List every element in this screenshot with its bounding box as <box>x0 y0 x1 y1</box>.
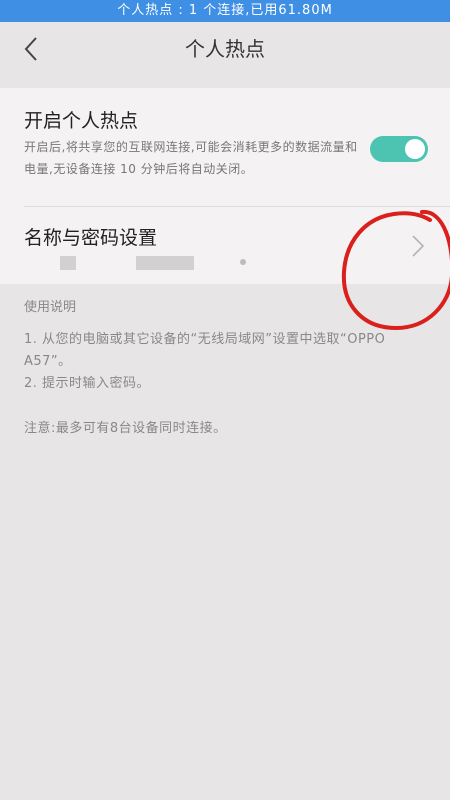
hotspot-title: 开启个人热点 <box>24 110 139 132</box>
redacted-value <box>240 259 246 265</box>
help-section: 使用说明 1. 从您的电脑或其它设备的“无线局域网”设置中选取“OPPO A57… <box>24 296 434 436</box>
back-button[interactable] <box>16 34 46 64</box>
name-password-label: 名称与密码设置 <box>24 227 158 249</box>
help-line: 2. 提示时输入密码。 <box>24 376 151 391</box>
name-password-row[interactable]: 名称与密码设置 <box>0 207 450 284</box>
redacted-value <box>136 256 194 270</box>
help-title: 使用说明 <box>24 300 77 315</box>
header: 个人热点 <box>0 22 450 76</box>
chevron-left-icon <box>24 37 37 61</box>
hotspot-toggle-row: 开启个人热点 开启后,将共享您的互联网连接,可能会消耗更多的数据流量和电量,无设… <box>0 88 450 206</box>
page-title: 个人热点 <box>185 37 265 61</box>
help-note: 注意:最多可有8台设备同时连接。 <box>24 421 227 436</box>
status-bar: 个人热点 : 1 个连接,已用61.80M <box>0 0 450 22</box>
chevron-right-icon <box>412 235 425 257</box>
hotspot-toggle[interactable] <box>370 136 428 162</box>
toggle-knob <box>405 139 425 159</box>
redacted-value <box>60 256 76 270</box>
help-line: 1. 从您的电脑或其它设备的“无线局域网”设置中选取“OPPO A57”。 <box>24 332 386 369</box>
settings-panel: 开启个人热点 开启后,将共享您的互联网连接,可能会消耗更多的数据流量和电量,无设… <box>0 88 450 284</box>
hotspot-description: 开启后,将共享您的互联网连接,可能会消耗更多的数据流量和电量,无设备连接 10 … <box>24 140 358 176</box>
status-bar-text: 个人热点 : 1 个连接,已用61.80M <box>117 3 333 18</box>
